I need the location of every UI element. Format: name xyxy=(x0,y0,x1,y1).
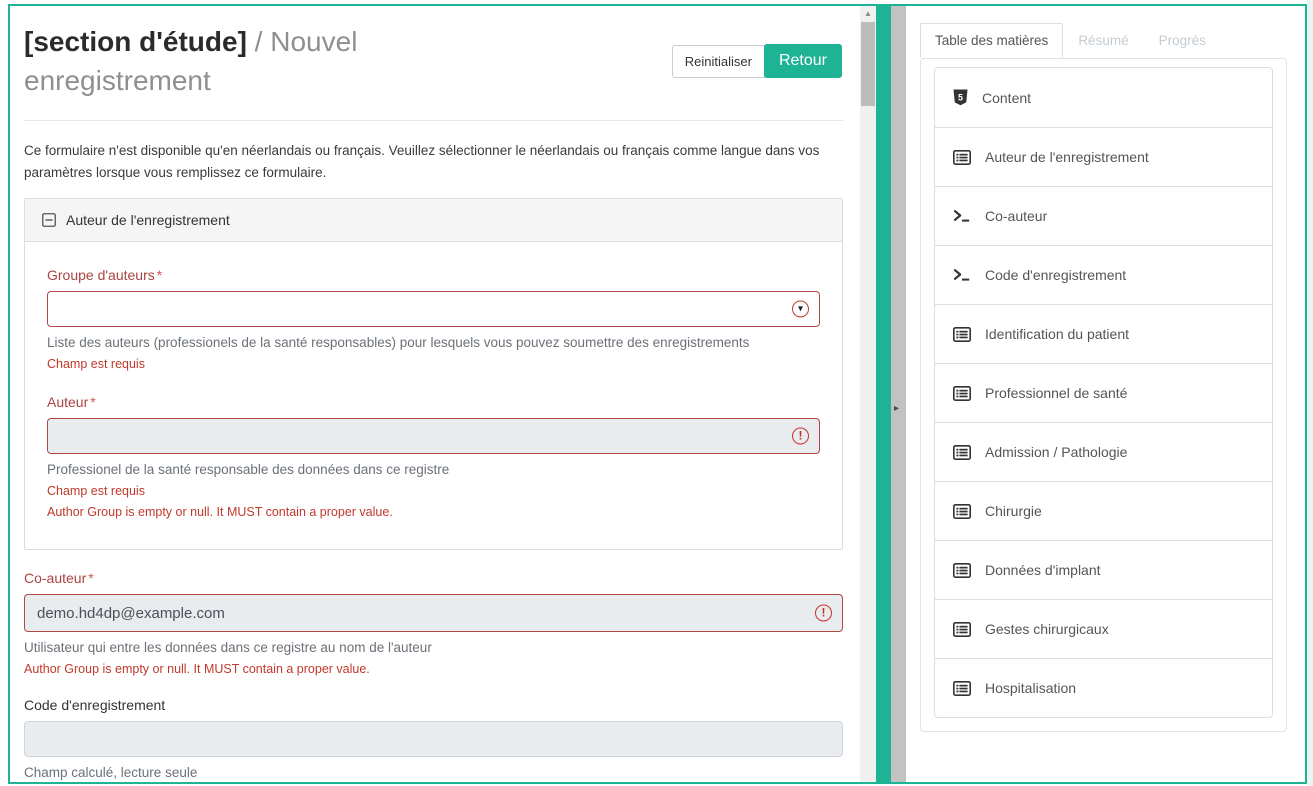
author-error: Champ est requis xyxy=(47,484,820,498)
field-author-group: Groupe d'auteurs* ▾ Liste des auteurs (p… xyxy=(47,267,820,371)
list-alt-icon xyxy=(953,327,971,342)
toc-item-label: Données d'implant xyxy=(985,562,1101,578)
registration-code-label: Code d'enregistrement xyxy=(24,697,843,713)
language-notice: Ce formulaire n'est disponible qu'en née… xyxy=(24,140,834,183)
toc-item-label: Auteur de l'enregistrement xyxy=(985,149,1149,165)
list-alt-icon xyxy=(953,445,971,460)
field-co-author: Co-auteur* ! Utilisateur qui entre les d… xyxy=(24,570,843,676)
author-group-select[interactable]: ▾ xyxy=(47,291,820,327)
toc-item[interactable]: Admission / Pathologie xyxy=(935,423,1272,482)
author-label: Auteur* xyxy=(47,394,820,410)
toc-item[interactable]: Professionnel de santé xyxy=(935,364,1272,423)
toc-item[interactable]: Identification du patient xyxy=(935,305,1272,364)
page-header: [section d'étude] / Nouvel enregistremen… xyxy=(24,22,843,108)
form-panel: [section d'étude] / Nouvel enregistremen… xyxy=(10,6,860,782)
toc-item-label: Code d'enregistrement xyxy=(985,267,1126,283)
app-frame: [section d'étude] / Nouvel enregistremen… xyxy=(8,4,1307,784)
toc-item[interactable]: Données d'implant xyxy=(935,541,1272,600)
svg-text:5: 5 xyxy=(958,93,963,103)
co-author-label: Co-auteur* xyxy=(24,570,843,586)
author-section-body: Groupe d'auteurs* ▾ Liste des auteurs (p… xyxy=(25,242,842,549)
scroll-up-icon[interactable]: ▲ xyxy=(860,6,876,21)
list-alt-icon xyxy=(953,150,971,165)
list-alt-icon xyxy=(953,386,971,401)
toc-item[interactable]: Gestes chirurgicaux xyxy=(935,600,1272,659)
author-section-title: Auteur de l'enregistrement xyxy=(66,212,230,228)
toc-item[interactable]: Chirurgie xyxy=(935,482,1272,541)
panel-divider-accent xyxy=(876,6,891,782)
toc-list: 5 Content Auteur de l'enregistrement Co-… xyxy=(934,67,1273,718)
author-group-error: Champ est requis xyxy=(47,357,820,371)
panel-splitter[interactable]: ▸ xyxy=(891,6,906,782)
author-section-header[interactable]: Auteur de l'enregistrement xyxy=(25,199,842,242)
author-select[interactable]: ! xyxy=(47,418,820,454)
error-exclamation-icon: ! xyxy=(792,428,809,445)
tab-table-des-matieres[interactable]: Table des matières xyxy=(920,23,1063,58)
required-asterisk: * xyxy=(157,267,162,283)
author-group-help: Liste des auteurs (professionels de la s… xyxy=(47,335,820,350)
splitter-arrow-icon[interactable]: ▸ xyxy=(894,403,899,414)
toc-item[interactable]: Hospitalisation xyxy=(935,659,1272,717)
terminal-icon xyxy=(953,268,971,282)
author-group-input[interactable] xyxy=(48,292,819,326)
author-group-label: Groupe d'auteurs* xyxy=(47,267,820,283)
header-actions: Reinitialiser Retour xyxy=(672,44,842,78)
header-divider xyxy=(24,120,843,121)
co-author-input[interactable] xyxy=(25,595,842,631)
author-error-group: Author Group is empty or null. It MUST c… xyxy=(47,505,820,519)
required-asterisk: * xyxy=(90,394,95,410)
tab-progres[interactable]: Progrès xyxy=(1144,23,1221,58)
page-title: [section d'étude] / Nouvel enregistremen… xyxy=(24,22,514,100)
terminal-icon xyxy=(953,209,971,223)
toc-item[interactable]: Code d'enregistrement xyxy=(935,246,1272,305)
window-edge-strip xyxy=(1307,0,1313,786)
toc-item-label: Identification du patient xyxy=(985,326,1129,342)
tab-resume[interactable]: Résumé xyxy=(1063,23,1143,58)
html5-icon: 5 xyxy=(953,89,968,106)
field-registration-code: Code d'enregistrement Champ calculé, lec… xyxy=(24,697,843,780)
toc-item-label: Admission / Pathologie xyxy=(985,444,1127,460)
page-title-section: [section d'étude] xyxy=(24,26,247,57)
required-asterisk: * xyxy=(88,570,93,586)
toc-card: 5 Content Auteur de l'enregistrement Co-… xyxy=(920,58,1287,732)
back-button[interactable]: Retour xyxy=(764,44,842,78)
toc-item[interactable]: Co-auteur xyxy=(935,187,1272,246)
list-alt-icon xyxy=(953,504,971,519)
co-author-error: Author Group is empty or null. It MUST c… xyxy=(24,662,843,676)
list-alt-icon xyxy=(953,563,971,578)
registration-code-help: Champ calculé, lecture seule xyxy=(24,765,843,780)
scrollbar-thumb[interactable] xyxy=(861,22,875,106)
toc-item-label: Co-auteur xyxy=(985,208,1047,224)
author-input[interactable] xyxy=(48,419,819,453)
author-help: Professionel de la santé responsable des… xyxy=(47,462,820,477)
toc-item-label: Chirurgie xyxy=(985,503,1042,519)
toc-panel: Table des matières Résumé Progrès 5 Cont… xyxy=(906,6,1305,782)
toc-item-label: Content xyxy=(982,90,1031,106)
reset-button[interactable]: Reinitialiser xyxy=(672,45,765,78)
toc-item[interactable]: Auteur de l'enregistrement xyxy=(935,128,1272,187)
collapse-minus-icon xyxy=(42,213,56,227)
registration-code-control xyxy=(24,721,843,757)
toc-tabs: Table des matières Résumé Progrès xyxy=(920,23,1221,58)
list-alt-icon xyxy=(953,681,971,696)
co-author-control[interactable]: ! xyxy=(24,594,843,632)
dropdown-caret-icon[interactable]: ▾ xyxy=(792,301,809,318)
form-scrollbar[interactable]: ▲ xyxy=(860,6,876,782)
field-author: Auteur* ! Professionel de la santé respo… xyxy=(47,394,820,519)
list-alt-icon xyxy=(953,622,971,637)
toc-item-label: Professionnel de santé xyxy=(985,385,1127,401)
toc-item-label: Hospitalisation xyxy=(985,680,1076,696)
toc-item-label: Gestes chirurgicaux xyxy=(985,621,1109,637)
co-author-help: Utilisateur qui entre les données dans c… xyxy=(24,640,843,655)
error-exclamation-icon: ! xyxy=(815,605,832,622)
registration-code-input xyxy=(25,722,842,756)
toc-item[interactable]: 5 Content xyxy=(935,68,1272,128)
title-separator: / xyxy=(247,26,270,57)
author-section-panel: Auteur de l'enregistrement Groupe d'aute… xyxy=(24,198,843,550)
